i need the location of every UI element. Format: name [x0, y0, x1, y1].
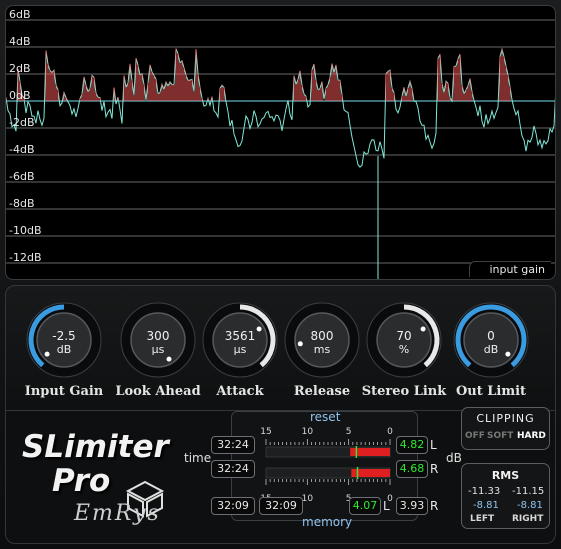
clipping-title: CLIPPING [476, 412, 535, 425]
stereo-link-knob[interactable]: 70 % Stereo Link [362, 300, 446, 399]
knob-label: Input Gain [24, 384, 104, 399]
knob-unit: ms [313, 343, 331, 356]
rms-right-top: -11.15 [512, 486, 545, 497]
rms-display: RMS -11.33 -11.15 -8.81 -8.81 LEFT RIGHT [461, 463, 550, 529]
clipping-option-soft[interactable]: SOFT [487, 431, 513, 441]
input-gain-scope: 6dB 4dB 2dB 0dB -2dB -4dB -6dB -8dB -10d… [5, 5, 556, 280]
meter-scale-top: 15 [260, 427, 271, 437]
clipping-option-hard[interactable]: HARD [517, 431, 546, 441]
meter-scale-top: 0 [387, 427, 393, 437]
db-label-6: 6dB [9, 8, 31, 21]
knob-label: Out Limit [455, 384, 527, 399]
memory-button[interactable]: memory [302, 515, 352, 529]
bottom-panel: SLimiter Pro EmRys reset time dB 32:24 3… [5, 407, 556, 544]
db-label-minus-12: -12dB [9, 251, 42, 264]
meter-scale-bottom: 10 [302, 494, 314, 504]
out-limit-knob[interactable]: 0 dB Out Limit [451, 300, 531, 399]
rms-left-bottom: -8.81 [473, 500, 499, 511]
clipped-peaks [6, 48, 511, 101]
knob-unit: dB [483, 343, 499, 356]
clipping-selector: CLIPPING OFF SOFT HARD [461, 407, 550, 450]
memory-time-1: 32:09 [211, 497, 255, 515]
meter-scale-top: 5 [346, 427, 352, 437]
gr-value-r: 4.68 [396, 460, 428, 478]
rms-right-label: RIGHT [512, 514, 544, 524]
logo-title-line1: SLimiter [22, 429, 169, 465]
look-ahead-knob[interactable]: 300 µs Look Ahead [115, 300, 201, 399]
memory-channel-l: L [383, 499, 390, 513]
reset-button[interactable]: reset [310, 410, 340, 424]
time-label: time [184, 451, 212, 465]
db-label-minus-4: -4dB [9, 143, 35, 156]
waveform-trace [6, 47, 555, 168]
scope-waveform [6, 19, 555, 279]
db-label-minus-2: -2dB [9, 116, 35, 129]
clipping-option-off[interactable]: OFF [465, 431, 485, 441]
developer-signature: EmRys [74, 501, 161, 526]
knob-value: -2.5 [52, 329, 76, 343]
channel-label-l: L [430, 438, 437, 452]
product-logo: SLimiter Pro EmRys [14, 427, 204, 537]
knob-unit: dB [56, 343, 72, 356]
rms-left-label: LEFT [470, 514, 495, 524]
db-label-minus-6: -6dB [9, 170, 35, 183]
rms-left-top: -11.33 [468, 486, 501, 497]
db-unit-label: dB [446, 451, 462, 465]
gr-value-l: 4.82 [396, 436, 428, 454]
channel-label-r: R [430, 462, 439, 476]
db-label-4: 4dB [9, 35, 31, 48]
input-gain-knob[interactable]: -2.5 dB Input Gain [24, 300, 104, 399]
memory-channel-r: R [430, 499, 439, 513]
knob-value: 3561 [224, 329, 256, 343]
knob-value: 300 [146, 329, 170, 343]
knob-panel: -2.5 dB Input Gain 300 µs Look Ahead 356… [5, 285, 556, 411]
release-knob[interactable]: 800 ms Release [282, 300, 362, 399]
meter-scale-top: 10 [302, 427, 314, 437]
rms-right-bottom: -8.81 [517, 500, 543, 511]
knob-value: 70 [396, 329, 412, 343]
knob-unit: µs [151, 343, 165, 356]
knob-value: 0 [487, 329, 495, 343]
knob-value: 800 [310, 329, 334, 343]
logo-title-line2: Pro [52, 463, 111, 499]
rms-title: RMS [491, 469, 520, 482]
knob-unit: % [398, 343, 410, 356]
db-label-minus-8: -8dB [9, 197, 35, 210]
memory-value-r: 3.93 [396, 497, 428, 515]
slimiter-plugin-window: 6dB 4dB 2dB 0dB -2dB -4dB -6dB -8dB -10d… [0, 0, 561, 549]
scope-caption: input gain [469, 261, 551, 277]
knob-pointer [166, 356, 172, 362]
attack-knob[interactable]: 3561 µs Attack [200, 300, 280, 399]
memory-time-2: 32:09 [259, 497, 303, 515]
time-display-l: 32:24 [211, 436, 255, 454]
memory-value-l: 4.07 [349, 497, 381, 515]
db-label-2: 2dB [9, 62, 31, 75]
db-label-minus-10: -10dB [9, 224, 42, 237]
db-label-0: 0dB [9, 89, 31, 102]
time-display-r: 32:24 [211, 460, 255, 478]
knob-unit: µs [233, 343, 247, 356]
